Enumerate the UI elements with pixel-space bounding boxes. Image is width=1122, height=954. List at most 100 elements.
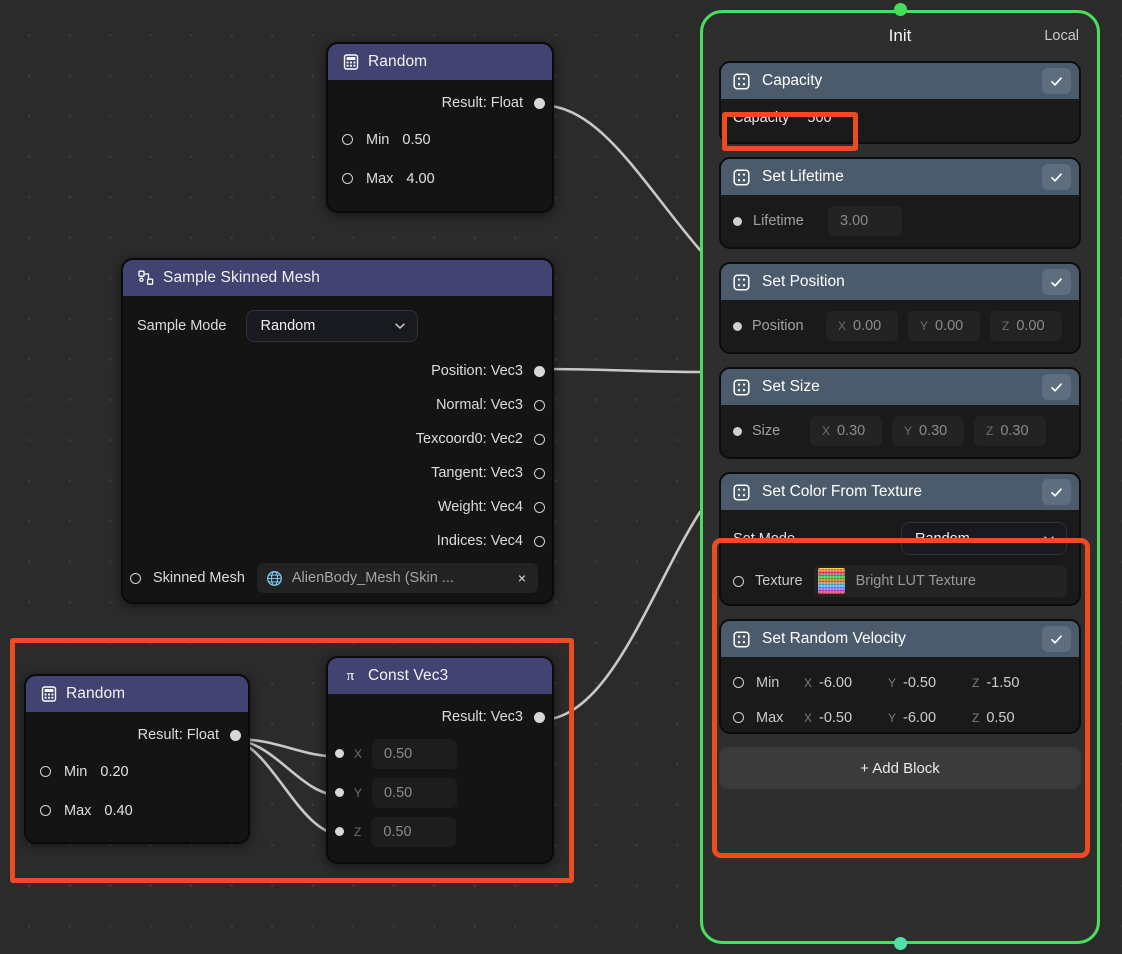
- input-min[interactable]: Min 0.20: [40, 752, 234, 791]
- port-circle-icon[interactable]: [534, 501, 545, 513]
- output-port-tangent[interactable]: Tangent: Vec3: [137, 456, 545, 490]
- port-circle-icon[interactable]: [130, 572, 141, 584]
- check-icon[interactable]: [1042, 269, 1071, 295]
- port-dot-icon[interactable]: [534, 97, 545, 109]
- texture-field[interactable]: Bright LUT Texture: [813, 565, 1067, 597]
- port-dot-icon[interactable]: [335, 827, 344, 836]
- check-icon[interactable]: [1042, 164, 1071, 190]
- input-skinned-mesh[interactable]: Skinned Mesh AlienBody_Mesh (Skin ... ×: [130, 558, 538, 598]
- block-header[interactable]: Set Position: [721, 264, 1079, 300]
- output-port-weight[interactable]: Weight: Vec4: [137, 490, 545, 524]
- node-header[interactable]: π Const Vec3: [328, 658, 552, 694]
- position-row[interactable]: Position X 0.00 Y 0.00 Z 0.00: [733, 310, 1067, 342]
- check-icon[interactable]: [1042, 626, 1071, 652]
- set-mode-dropdown[interactable]: Random: [901, 522, 1067, 555]
- init-panel[interactable]: Init Local Capacity Capacity 500 Set Lif…: [700, 10, 1100, 944]
- space-selector[interactable]: Local: [1044, 28, 1079, 44]
- capacity-value[interactable]: 500: [807, 110, 831, 126]
- port-dot-icon[interactable]: [335, 788, 344, 797]
- y-field[interactable]: 0.50: [372, 777, 458, 808]
- block-set-color-from-texture[interactable]: Set Color From Texture Set Mode Random T…: [719, 472, 1081, 606]
- port-circle-icon[interactable]: [733, 575, 744, 587]
- port-dot-icon[interactable]: [230, 729, 241, 741]
- add-block-button[interactable]: + Add Block: [719, 747, 1081, 789]
- clear-asset-button[interactable]: ×: [512, 570, 532, 586]
- size-x-field[interactable]: X 0.30: [810, 416, 882, 446]
- min-z[interactable]: Z -1.50: [972, 675, 1040, 691]
- min-x[interactable]: X -6.00: [804, 675, 876, 691]
- block-header[interactable]: Set Lifetime: [721, 159, 1079, 195]
- flow-output-nub[interactable]: [894, 937, 907, 950]
- node-random-top[interactable]: Random Result: Float Min 0.50 Max 4.00: [326, 42, 554, 213]
- port-circle-icon[interactable]: [534, 399, 545, 411]
- port-dot-icon[interactable]: [733, 321, 742, 331]
- texture-row[interactable]: Texture Bright LUT Texture: [733, 565, 1067, 597]
- port-circle-icon[interactable]: [534, 433, 545, 445]
- input-value[interactable]: 0.40: [104, 803, 132, 819]
- input-value[interactable]: 0.50: [402, 132, 430, 148]
- port-dot-icon[interactable]: [335, 749, 344, 758]
- output-port-indices[interactable]: Indices: Vec4: [137, 524, 545, 558]
- block-header[interactable]: Capacity: [721, 63, 1079, 99]
- lifetime-field[interactable]: 3.00: [828, 206, 902, 236]
- block-set-size[interactable]: Set Size Size X 0.30 Y 0.30 Z 0.30: [719, 367, 1081, 459]
- node-graph-canvas[interactable]: Random Result: Float Min 0.50 Max 4.00 S…: [0, 0, 1122, 954]
- output-port-result[interactable]: Result: Float: [40, 718, 241, 752]
- port-circle-icon[interactable]: [342, 134, 353, 145]
- max-z[interactable]: Z 0.50: [972, 710, 1040, 726]
- node-const-vec3[interactable]: π Const Vec3 Result: Vec3 X 0.50 Y 0.50: [326, 656, 554, 864]
- max-x[interactable]: X -0.50: [804, 710, 876, 726]
- port-circle-icon[interactable]: [733, 677, 744, 688]
- position-x-field[interactable]: X 0.00: [826, 311, 898, 341]
- port-circle-icon[interactable]: [534, 467, 545, 479]
- input-x[interactable]: X 0.50: [335, 734, 538, 773]
- block-set-random-velocity[interactable]: Set Random Velocity Min X -6.00 Y -0.50 …: [719, 619, 1081, 734]
- port-dot-icon[interactable]: [733, 426, 742, 436]
- asset-chip[interactable]: AlienBody_Mesh (Skin ... ×: [256, 563, 538, 593]
- block-set-position[interactable]: Set Position Position X 0.00 Y 0.00 Z 0.…: [719, 262, 1081, 354]
- input-min[interactable]: Min 0.50: [342, 120, 538, 159]
- input-value[interactable]: 4.00: [406, 171, 434, 187]
- node-header[interactable]: Random: [26, 676, 248, 712]
- output-port-position[interactable]: Position: Vec3: [137, 354, 545, 388]
- output-port-result[interactable]: Result: Vec3: [342, 700, 545, 734]
- block-capacity[interactable]: Capacity Capacity 500: [719, 61, 1081, 144]
- position-z-field[interactable]: Z 0.00: [990, 311, 1062, 341]
- port-circle-icon[interactable]: [534, 535, 545, 547]
- check-icon[interactable]: [1042, 68, 1071, 94]
- input-max[interactable]: Max 4.00: [342, 159, 538, 198]
- flow-input-nub[interactable]: [894, 3, 907, 16]
- input-max[interactable]: Max 0.40: [40, 791, 234, 830]
- node-sample-skinned-mesh[interactable]: Sample Skinned Mesh Sample Mode Random P…: [121, 258, 554, 604]
- output-port-result[interactable]: Result: Float: [342, 86, 545, 120]
- block-header[interactable]: Set Random Velocity: [721, 621, 1079, 657]
- size-row[interactable]: Size X 0.30 Y 0.30 Z 0.30: [733, 415, 1067, 447]
- input-z[interactable]: Z 0.50: [335, 812, 538, 851]
- node-random-bottom[interactable]: Random Result: Float Min 0.20 Max 0.40: [24, 674, 250, 844]
- lifetime-row[interactable]: Lifetime 3.00: [733, 205, 1067, 237]
- block-set-lifetime[interactable]: Set Lifetime Lifetime 3.00: [719, 157, 1081, 249]
- port-circle-icon[interactable]: [40, 766, 51, 777]
- check-icon[interactable]: [1042, 479, 1071, 505]
- size-z-field[interactable]: Z 0.30: [974, 416, 1046, 446]
- size-y-field[interactable]: Y 0.30: [892, 416, 964, 446]
- output-port-normal[interactable]: Normal: Vec3: [137, 388, 545, 422]
- velocity-max-row[interactable]: Max X -0.50 Y -6.00 Z 0.50: [733, 700, 1067, 732]
- max-y[interactable]: Y -6.00: [888, 710, 960, 726]
- position-y-field[interactable]: Y 0.00: [908, 311, 980, 341]
- check-icon[interactable]: [1042, 374, 1071, 400]
- port-dot-icon[interactable]: [733, 216, 742, 226]
- block-header[interactable]: Set Color From Texture: [721, 474, 1079, 510]
- min-y[interactable]: Y -0.50: [888, 675, 960, 691]
- port-circle-icon[interactable]: [342, 173, 353, 184]
- z-field[interactable]: 0.50: [371, 816, 457, 847]
- port-circle-icon[interactable]: [733, 712, 744, 723]
- velocity-min-row[interactable]: Min X -6.00 Y -0.50 Z -1.50: [733, 665, 1067, 700]
- sample-mode-dropdown[interactable]: Random: [246, 310, 419, 342]
- input-y[interactable]: Y 0.50: [335, 773, 538, 812]
- node-header[interactable]: Sample Skinned Mesh: [123, 260, 552, 296]
- input-value[interactable]: 0.20: [100, 764, 128, 780]
- x-field[interactable]: 0.50: [372, 738, 458, 769]
- output-port-texcoord0[interactable]: Texcoord0: Vec2: [137, 422, 545, 456]
- port-circle-icon[interactable]: [40, 805, 51, 816]
